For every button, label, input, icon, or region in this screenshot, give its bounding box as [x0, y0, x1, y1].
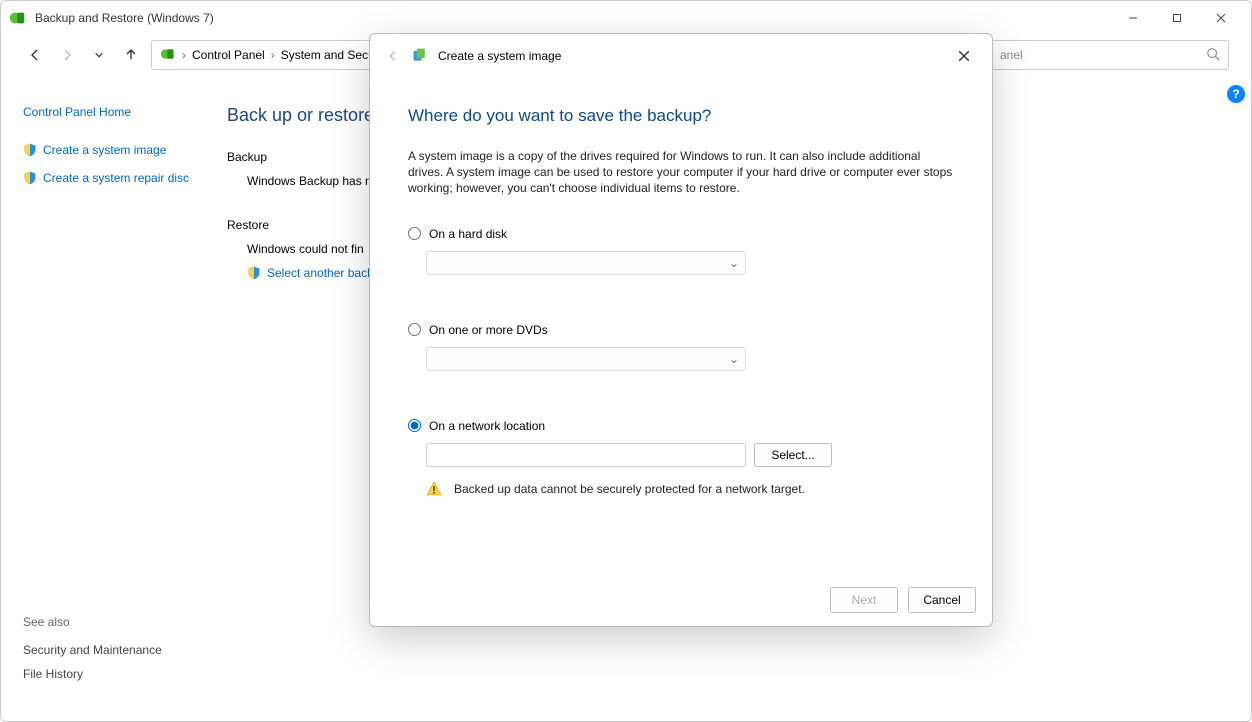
hard-disk-combo[interactable]: ⌄: [426, 251, 746, 275]
dvd-radio[interactable]: On one or more DVDs: [408, 323, 954, 337]
cancel-button[interactable]: Cancel: [908, 587, 976, 613]
dialog-question: Where do you want to save the backup?: [408, 106, 954, 126]
search-input[interactable]: [998, 47, 1206, 63]
chevron-right-icon: ›: [182, 48, 186, 62]
security-maintenance-link[interactable]: Security and Maintenance: [23, 643, 207, 657]
dialog-header: Create a system image: [370, 34, 992, 78]
breadcrumb-system-security[interactable]: System and Secu: [281, 48, 375, 62]
network-warning: Backed up data cannot be securely protec…: [426, 481, 954, 497]
titlebar: Backup and Restore (Windows 7): [1, 1, 1251, 35]
search-box[interactable]: [989, 40, 1229, 70]
hard-disk-radio[interactable]: On a hard disk: [408, 227, 954, 241]
maximize-button[interactable]: [1155, 4, 1199, 32]
dvd-option-block: On one or more DVDs ⌄: [408, 323, 954, 371]
sidebar-item-label: Create a system image: [43, 143, 166, 157]
see-also-heading: See also: [23, 615, 207, 629]
shield-icon: [23, 143, 37, 157]
control-panel-home-link[interactable]: Control Panel Home: [23, 105, 207, 119]
radio-label: On a network location: [429, 419, 545, 433]
file-history-link[interactable]: File History: [23, 667, 207, 681]
app-icon: [9, 9, 27, 27]
search-icon: [1206, 47, 1220, 64]
link-label: Select another back: [267, 266, 373, 280]
hard-disk-radio-input[interactable]: [408, 227, 421, 240]
chevron-right-icon: ›: [271, 48, 275, 62]
control-panel-icon: [160, 46, 176, 65]
radio-label: On a hard disk: [429, 227, 507, 241]
network-path-input[interactable]: [426, 443, 746, 467]
chevron-down-icon: ⌄: [729, 256, 739, 270]
see-also-section: See also Security and Maintenance File H…: [23, 615, 207, 691]
breadcrumb-control-panel[interactable]: Control Panel: [192, 48, 265, 62]
network-radio-input[interactable]: [408, 419, 421, 432]
dialog-icon: [412, 47, 428, 66]
network-path-row: Select...: [426, 443, 954, 467]
warning-text: Backed up data cannot be securely protec…: [454, 482, 805, 496]
backup-restore-window: Backup and Restore (Windows 7) › Control…: [0, 0, 1252, 722]
dvd-combo[interactable]: ⌄: [426, 347, 746, 371]
warning-icon: [426, 481, 442, 497]
dialog-back-button[interactable]: [384, 47, 402, 65]
hard-disk-option-block: On a hard disk ⌄: [408, 227, 954, 275]
recent-locations-button[interactable]: [87, 43, 111, 67]
dvd-radio-input[interactable]: [408, 323, 421, 336]
dialog-description: A system image is a copy of the drives r…: [408, 148, 954, 197]
sidebar: Control Panel Home Create a system image…: [23, 75, 207, 721]
create-system-image-link[interactable]: Create a system image: [23, 143, 207, 157]
window-title: Backup and Restore (Windows 7): [35, 11, 1111, 25]
dialog-close-button[interactable]: [950, 42, 978, 70]
network-option-block: On a network location Select... Backed u…: [408, 419, 954, 497]
dialog-title: Create a system image: [438, 49, 561, 63]
forward-button[interactable]: [55, 43, 79, 67]
radio-label: On one or more DVDs: [429, 323, 548, 337]
window-controls: [1111, 4, 1243, 32]
next-button[interactable]: Next: [830, 587, 898, 613]
create-repair-disc-link[interactable]: Create a system repair disc: [23, 171, 207, 185]
network-radio[interactable]: On a network location: [408, 419, 954, 433]
select-button[interactable]: Select...: [754, 443, 832, 467]
back-button[interactable]: [23, 43, 47, 67]
dialog-footer: Next Cancel: [370, 574, 992, 626]
sidebar-item-label: Create a system repair disc: [43, 171, 189, 185]
chevron-down-icon: ⌄: [729, 352, 739, 366]
shield-icon: [23, 171, 37, 185]
create-system-image-dialog: Create a system image Where do you want …: [369, 33, 993, 627]
minimize-button[interactable]: [1111, 4, 1155, 32]
close-button[interactable]: [1199, 4, 1243, 32]
shield-icon: [247, 266, 261, 280]
up-button[interactable]: [119, 43, 143, 67]
dialog-body: Where do you want to save the backup? A …: [370, 78, 992, 574]
